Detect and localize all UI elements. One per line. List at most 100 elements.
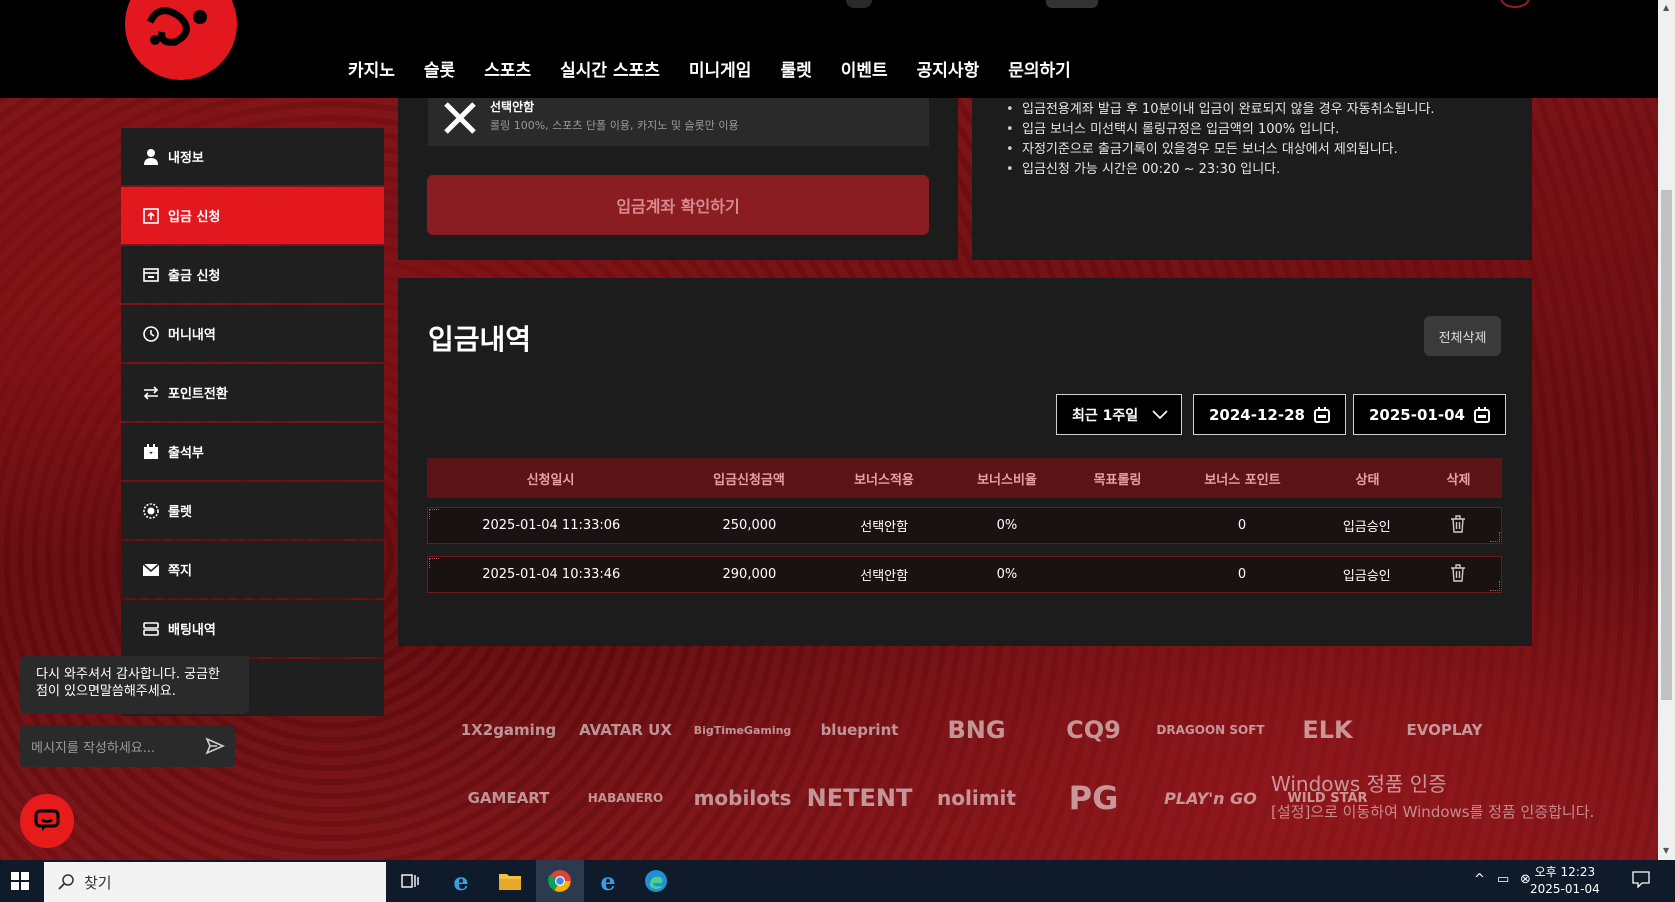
provider-row: 1X2gaming AVATAR UX BigTimeGaming bluepr… — [450, 710, 1630, 750]
sidebar-item-roulette[interactable]: 룰렛 — [121, 482, 384, 539]
taskbar-clock[interactable]: 오후 12:23 2025-01-04 — [1530, 864, 1600, 898]
sidebar-item-deposit[interactable]: 입금 신청 — [121, 187, 384, 244]
activation-title: Windows 정품 인증 — [1271, 772, 1447, 796]
provider-logo[interactable]: BigTimeGaming — [684, 724, 801, 737]
nav-sports[interactable]: 스포츠 — [484, 56, 531, 81]
chevron-down-icon — [1152, 410, 1168, 420]
provider-logo[interactable]: BNG — [918, 716, 1035, 744]
notification-icon[interactable] — [1632, 870, 1650, 892]
bonus-description: 롤링 100%, 스포츠 단폴 이용, 카지노 및 슬롯만 이용 — [490, 119, 739, 132]
mail-icon — [142, 561, 160, 579]
taskbar-search[interactable]: 찾기 — [44, 862, 386, 902]
scroll-up-icon[interactable]: ▲ — [1663, 3, 1669, 12]
calendar-icon — [1314, 407, 1330, 423]
note-item: 자정기준으로 출금기록이 있을경우 모든 보너스 대상에서 제외됩니다. — [1004, 140, 1435, 160]
provider-logo[interactable]: HABANERO — [567, 791, 684, 805]
delete-row-button[interactable] — [1414, 563, 1501, 586]
provider-logo[interactable]: GAMEART — [450, 789, 567, 807]
corner-decoration — [1490, 581, 1500, 591]
date-from-value: 2024-12-28 — [1209, 405, 1305, 424]
cell-ratio: 0% — [996, 518, 1018, 533]
nav-roulette[interactable]: 룰렛 — [780, 56, 811, 81]
sidebar-item-attendance[interactable]: 출석부 — [121, 423, 384, 480]
top-badge — [846, 0, 872, 8]
nav-minigame[interactable]: 미니게임 — [689, 56, 752, 81]
date-to-input[interactable]: 2025-01-04 — [1353, 394, 1506, 435]
sidebar: 내정보 입금 신청 출금 신청 머니내역 포인트전환 출석부 룰렛 쪽지 배팅내… — [121, 128, 384, 718]
file-explorer-icon[interactable] — [495, 866, 525, 896]
task-view-icon[interactable] — [395, 866, 425, 896]
edge-icon[interactable] — [641, 866, 671, 896]
nav-slot[interactable]: 슬롯 — [424, 56, 455, 81]
sidebar-item-withdraw[interactable]: 출금 신청 — [121, 246, 384, 303]
column-header: 보너스 포인트 — [1204, 472, 1281, 488]
cell-points: 0 — [1237, 518, 1247, 533]
withdraw-icon — [142, 266, 160, 284]
calendar-icon — [1474, 407, 1490, 423]
confirm-account-button[interactable]: 입금계좌 확인하기 — [427, 175, 929, 235]
search-placeholder: 찾기 — [84, 873, 112, 892]
cell-amount: 290,000 — [722, 567, 777, 582]
scroll-thumb[interactable] — [1661, 190, 1672, 700]
sidebar-item-my-info[interactable]: 내정보 — [121, 128, 384, 185]
sidebar-item-label: 출금 신청 — [168, 269, 221, 284]
clock-icon — [142, 325, 160, 343]
site-logo[interactable] — [120, 0, 242, 82]
nav-event[interactable]: 이벤트 — [841, 56, 888, 81]
bonus-title: 선택안함 — [490, 100, 535, 114]
table-row: 2025-01-04 10:33:46 290,000 선택안함 0% 0 입금… — [427, 556, 1502, 593]
bonus-option[interactable]: 선택안함 롤링 100%, 스포츠 단폴 이용, 카지노 및 슬롯만 이용 — [428, 98, 929, 146]
sidebar-item-label: 포인트전환 — [168, 387, 228, 402]
send-icon[interactable] — [205, 736, 225, 756]
top-tab[interactable] — [1046, 0, 1098, 8]
corner-decoration — [429, 558, 439, 568]
provider-logo[interactable]: blueprint — [801, 721, 918, 739]
main-nav: 카지노 슬롯 스포츠 실시간 스포츠 미니게임 룰렛 이벤트 공지사항 문의하기 — [348, 56, 1100, 81]
provider-logo[interactable]: nolimit — [918, 786, 1035, 810]
cell-status: 입금승인 — [1342, 520, 1391, 535]
scroll-down-icon[interactable]: ▼ — [1663, 846, 1669, 855]
nav-live-sports[interactable]: 실시간 스포츠 — [560, 56, 660, 81]
corner-decoration — [1490, 532, 1500, 542]
chat-message: 다시 와주셔서 감사합니다. 궁금한 점이 있으면말씀해주세요. — [20, 656, 249, 714]
provider-logo[interactable]: CQ9 — [1035, 716, 1152, 744]
chrome-icon[interactable] — [545, 866, 575, 896]
tray-chevron-icon[interactable]: ^ — [1474, 872, 1485, 887]
sidebar-item-money-history[interactable]: 머니내역 — [121, 305, 384, 362]
chat-input[interactable]: 메시지를 작성하세요... — [20, 725, 235, 767]
provider-logo[interactable]: 1X2gaming — [450, 721, 567, 739]
sidebar-item-message[interactable]: 쪽지 — [121, 541, 384, 598]
provider-logo[interactable]: AVATAR UX — [567, 721, 684, 739]
nav-contact[interactable]: 문의하기 — [1008, 56, 1071, 81]
provider-logo[interactable]: PG — [1035, 779, 1152, 817]
column-header: 삭제 — [1446, 472, 1471, 488]
nav-notice[interactable]: 공지사항 — [917, 56, 980, 81]
profile-icon[interactable] — [1500, 0, 1530, 8]
cell-ratio: 0% — [996, 567, 1018, 582]
column-header: 보너스적용 — [854, 472, 914, 488]
deposit-icon — [142, 207, 160, 225]
cell-datetime: 2025-01-04 11:33:06 — [482, 518, 621, 533]
chat-placeholder: 메시지를 작성하세요... — [31, 740, 156, 756]
provider-logo[interactable]: PLAY'n GO — [1152, 789, 1269, 808]
delete-row-button[interactable] — [1414, 514, 1501, 537]
period-value: 최근 1주일 — [1072, 407, 1139, 424]
provider-logo[interactable]: DRAGOON SOFT — [1152, 723, 1269, 737]
windows-start-icon[interactable] — [0, 860, 40, 902]
provider-logo[interactable]: ELK — [1269, 716, 1386, 744]
exchange-icon — [142, 384, 160, 402]
network-icon[interactable]: ▭ — [1497, 872, 1509, 887]
internet-explorer-icon[interactable]: e — [593, 866, 623, 896]
date-from-input[interactable]: 2024-12-28 — [1193, 394, 1346, 435]
sidebar-item-betting-history[interactable]: 배팅내역 — [121, 600, 384, 657]
sidebar-item-point-exchange[interactable]: 포인트전환 — [121, 364, 384, 421]
provider-logo[interactable]: EVOPLAY — [1386, 721, 1503, 739]
user-icon — [142, 148, 160, 166]
delete-all-button[interactable]: 전체삭제 — [1424, 316, 1501, 356]
provider-logo[interactable]: NETENT — [801, 784, 918, 812]
nav-casino[interactable]: 카지노 — [348, 56, 395, 81]
period-select[interactable]: 최근 1주일 — [1056, 394, 1182, 435]
chat-launcher-button[interactable] — [20, 794, 74, 848]
internet-explorer-icon[interactable]: e — [446, 866, 476, 896]
provider-logo[interactable]: mobilots — [684, 786, 801, 810]
